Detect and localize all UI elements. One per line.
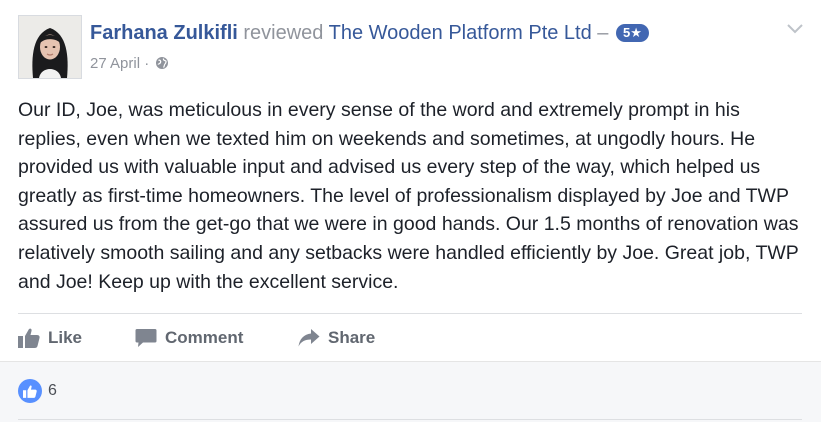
share-button[interactable]: Share [298, 323, 375, 353]
like-label: Like [48, 328, 83, 347]
post-meta: 27 April · [90, 54, 169, 76]
post-date[interactable]: 27 April [90, 55, 140, 72]
like-reaction-icon [18, 379, 42, 403]
share-label: Share [328, 328, 376, 347]
review-post-card: Farhana Zulkifli reviewed The Wooden Pla… [0, 0, 821, 422]
reaction-summary[interactable]: 6 [18, 379, 57, 403]
comment-button[interactable]: Comment [135, 323, 243, 353]
thumbs-up-icon [18, 328, 40, 348]
rating-badge: 5★ [615, 24, 649, 42]
page-name-link[interactable]: The Wooden Platform Pte Ltd [329, 22, 592, 44]
author-name[interactable]: Farhana Zulkifli [90, 22, 238, 44]
action-verb: reviewed [243, 22, 324, 44]
post-header: Farhana Zulkifli reviewed The Wooden Pla… [18, 15, 808, 81]
comment-label: Comment [165, 328, 244, 347]
avatar[interactable] [18, 15, 82, 79]
post-title-line: Farhana Zulkifli reviewed The Wooden Pla… [90, 21, 649, 45]
share-arrow-icon [298, 328, 320, 348]
actions-divider [18, 313, 802, 314]
reactions-bar: 6 [0, 361, 821, 422]
comment-icon [135, 328, 157, 348]
title-dash: – [597, 22, 609, 44]
like-button[interactable]: Like [18, 323, 82, 353]
comments-divider [18, 419, 802, 420]
globe-icon [155, 56, 169, 76]
reaction-count: 6 [48, 382, 57, 399]
post-options-chevron-icon[interactable] [786, 22, 804, 36]
review-text: Our ID, Joe, was meticulous in every sen… [18, 99, 799, 293]
date-separator: · [144, 55, 150, 72]
